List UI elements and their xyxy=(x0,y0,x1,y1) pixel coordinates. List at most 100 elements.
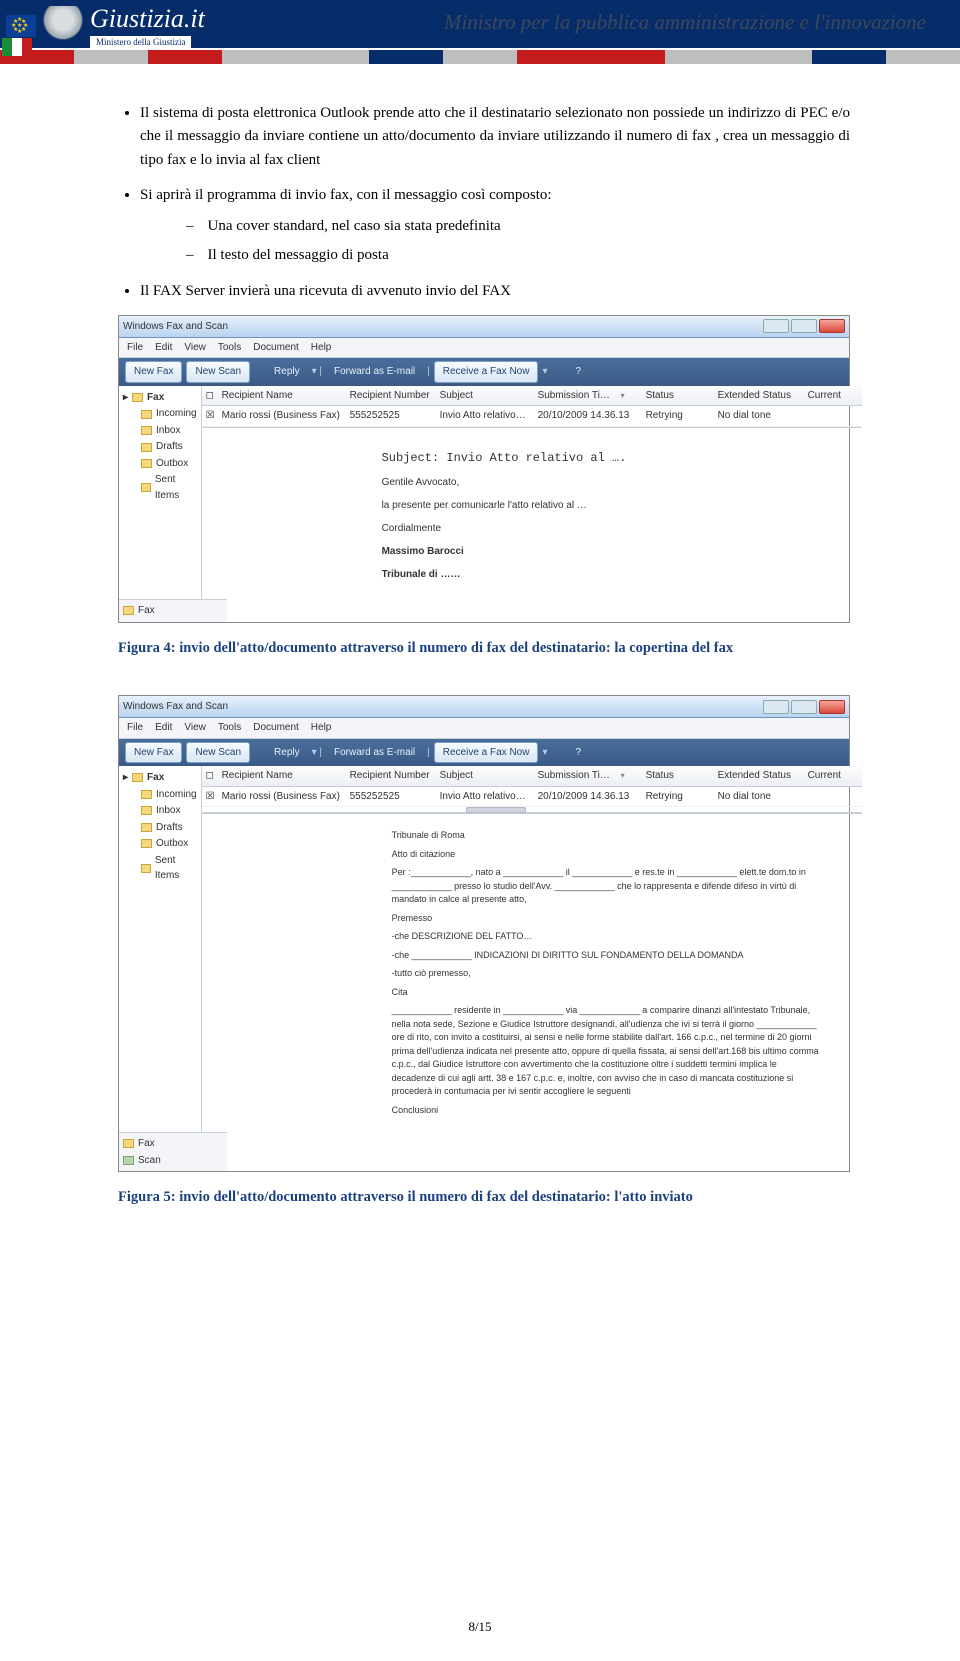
tree-item[interactable]: Drafts xyxy=(123,439,197,455)
tab-scan[interactable]: Scan xyxy=(123,1153,223,1169)
doc-line: Tribunale di Roma xyxy=(392,829,822,843)
footer-tabs: Fax Scan xyxy=(119,1132,227,1171)
column-headers: ◻ Recipient Name Recipient Number Subjec… xyxy=(202,766,862,787)
minimize-button[interactable] xyxy=(763,319,789,333)
folder-icon xyxy=(141,839,152,848)
col-current[interactable]: Current xyxy=(808,768,858,784)
forward-button[interactable]: Forward as E-mail xyxy=(326,743,423,763)
maximize-button[interactable] xyxy=(791,319,817,333)
tab-fax[interactable]: Fax xyxy=(123,1136,223,1152)
doc-line: Per :____________, nato a ____________ i… xyxy=(392,866,822,907)
fax-window-2: Windows Fax and Scan FileEditViewToolsDo… xyxy=(118,695,850,1172)
menu-item[interactable]: File xyxy=(127,340,143,356)
menu-item[interactable]: Help xyxy=(311,720,332,736)
menu-item[interactable]: Edit xyxy=(155,720,172,736)
menu-item[interactable]: Document xyxy=(253,340,299,356)
new-scan-button[interactable]: New Scan xyxy=(186,742,250,764)
cell-status: Retrying xyxy=(646,408,718,424)
receive-fax-button[interactable]: Receive a Fax Now xyxy=(434,361,539,383)
scrollbar-thumb[interactable] xyxy=(466,807,526,813)
bullet-2-text: Si aprirà il programma di invio fax, con… xyxy=(140,187,552,203)
bullet-3: Il FAX Server invierà una ricevuta di av… xyxy=(140,280,850,303)
tree-item[interactable]: Incoming xyxy=(123,406,197,422)
col-status[interactable]: Status xyxy=(646,768,718,784)
menu-item[interactable]: View xyxy=(184,720,206,736)
forward-button[interactable]: Forward as E-mail xyxy=(326,362,423,382)
col-subject[interactable]: Subject xyxy=(440,768,538,784)
menu-item[interactable]: Document xyxy=(253,720,299,736)
page-body: Il sistema di posta elettronica Outlook … xyxy=(0,64,960,1209)
folder-icon xyxy=(141,864,151,873)
menu-item[interactable]: Edit xyxy=(155,340,172,356)
tree-root[interactable]: ▸ Fax xyxy=(123,390,197,406)
close-button[interactable] xyxy=(819,700,845,714)
col-ext-status[interactable]: Extended Status xyxy=(718,388,808,404)
doc-line: Conclusioni xyxy=(392,1104,822,1118)
col-recipient-number[interactable]: Recipient Number xyxy=(350,768,440,784)
menu-item[interactable]: Help xyxy=(311,340,332,356)
toolbar: New Fax New Scan Reply ▾ | Forward as E-… xyxy=(119,739,849,767)
col-current[interactable]: Current xyxy=(808,388,858,404)
new-scan-button[interactable]: New Scan xyxy=(186,361,250,383)
reply-button[interactable]: Reply xyxy=(266,362,308,382)
italy-flag-icon xyxy=(2,38,32,56)
tree-item[interactable]: Incoming xyxy=(123,787,197,803)
col-icon[interactable]: ◻ xyxy=(206,388,222,404)
menu-item[interactable]: Tools xyxy=(218,720,241,736)
col-icon[interactable]: ◻ xyxy=(206,768,222,784)
figure-caption-5: Figura 5: invio dell'atto/documento attr… xyxy=(118,1186,850,1208)
col-submission[interactable]: Submission Ti… ▾ xyxy=(538,388,646,404)
new-fax-button[interactable]: New Fax xyxy=(125,742,182,764)
tree-item[interactable]: Outbox xyxy=(123,836,197,852)
help-button[interactable]: ? xyxy=(568,362,590,382)
doc-line: Premesso xyxy=(392,912,822,926)
cell-recipient-number: 555252525 xyxy=(350,789,440,805)
menu-item[interactable]: View xyxy=(184,340,206,356)
footer-tabs: Fax xyxy=(119,599,227,622)
fax-window-1: Windows Fax and Scan File Edit View Tools Do… xyxy=(118,315,850,623)
preview-signature: Massimo Barocci xyxy=(382,543,862,560)
col-recipient-name[interactable]: Recipient Name xyxy=(222,388,350,404)
cell-ext-status: No dial tone xyxy=(718,408,808,424)
col-submission[interactable]: Submission Ti… ▾ xyxy=(538,768,646,784)
folder-icon xyxy=(141,806,152,815)
tree-item[interactable]: Sent Items xyxy=(123,472,197,503)
tree-item[interactable]: Drafts xyxy=(123,820,197,836)
document-preview: Tribunale di Roma Atto di citazione Per … xyxy=(202,813,862,1132)
col-recipient-number[interactable]: Recipient Number xyxy=(350,388,440,404)
folder-tree: ▸ Fax IncomingInboxDraftsOutboxSent Item… xyxy=(119,766,202,1132)
preview-line: Cordialmente xyxy=(382,520,862,537)
tree-item[interactable]: Outbox xyxy=(123,456,197,472)
minimize-button[interactable] xyxy=(763,700,789,714)
bullet-1: Il sistema di posta elettronica Outlook … xyxy=(140,102,850,172)
color-stripe xyxy=(0,50,960,64)
maximize-button[interactable] xyxy=(791,700,817,714)
tree-item[interactable]: Inbox xyxy=(123,803,197,819)
col-recipient-name[interactable]: Recipient Name xyxy=(222,768,350,784)
tree-root[interactable]: ▸ Fax xyxy=(123,770,197,786)
col-ext-status[interactable]: Extended Status xyxy=(718,768,808,784)
help-button[interactable]: ? xyxy=(568,743,590,763)
new-fax-button[interactable]: New Fax xyxy=(125,361,182,383)
reply-button[interactable]: Reply xyxy=(266,743,308,763)
doc-line: -tutto ciò premesso, xyxy=(392,967,822,981)
window-title: Windows Fax and Scan xyxy=(123,319,228,335)
bullet-2: Si aprirà il programma di invio fax, con… xyxy=(140,184,850,268)
menu-item[interactable]: File xyxy=(127,720,143,736)
tab-fax[interactable]: Fax xyxy=(123,603,223,619)
tree-item[interactable]: Inbox xyxy=(123,423,197,439)
folder-icon xyxy=(141,410,152,419)
cell-submission: 20/10/2009 14.36.13 xyxy=(538,408,646,424)
col-subject[interactable]: Subject xyxy=(440,388,538,404)
preview-line: Gentile Avvocato, xyxy=(382,474,862,491)
receive-fax-button[interactable]: Receive a Fax Now xyxy=(434,742,539,764)
table-row[interactable]: ☒ Mario rossi (Business Fax) 555252525 I… xyxy=(202,406,862,427)
close-button[interactable] xyxy=(819,319,845,333)
col-status[interactable]: Status xyxy=(646,388,718,404)
fax-icon xyxy=(123,1139,134,1148)
table-row[interactable]: ☒ Mario rossi (Business Fax) 555252525 I… xyxy=(202,787,862,808)
cell-status: Retrying xyxy=(646,789,718,805)
menu-item[interactable]: Tools xyxy=(218,340,241,356)
tree-item[interactable]: Sent Items xyxy=(123,853,197,884)
doc-line: ____________ residente in ____________ v… xyxy=(392,1004,822,1099)
